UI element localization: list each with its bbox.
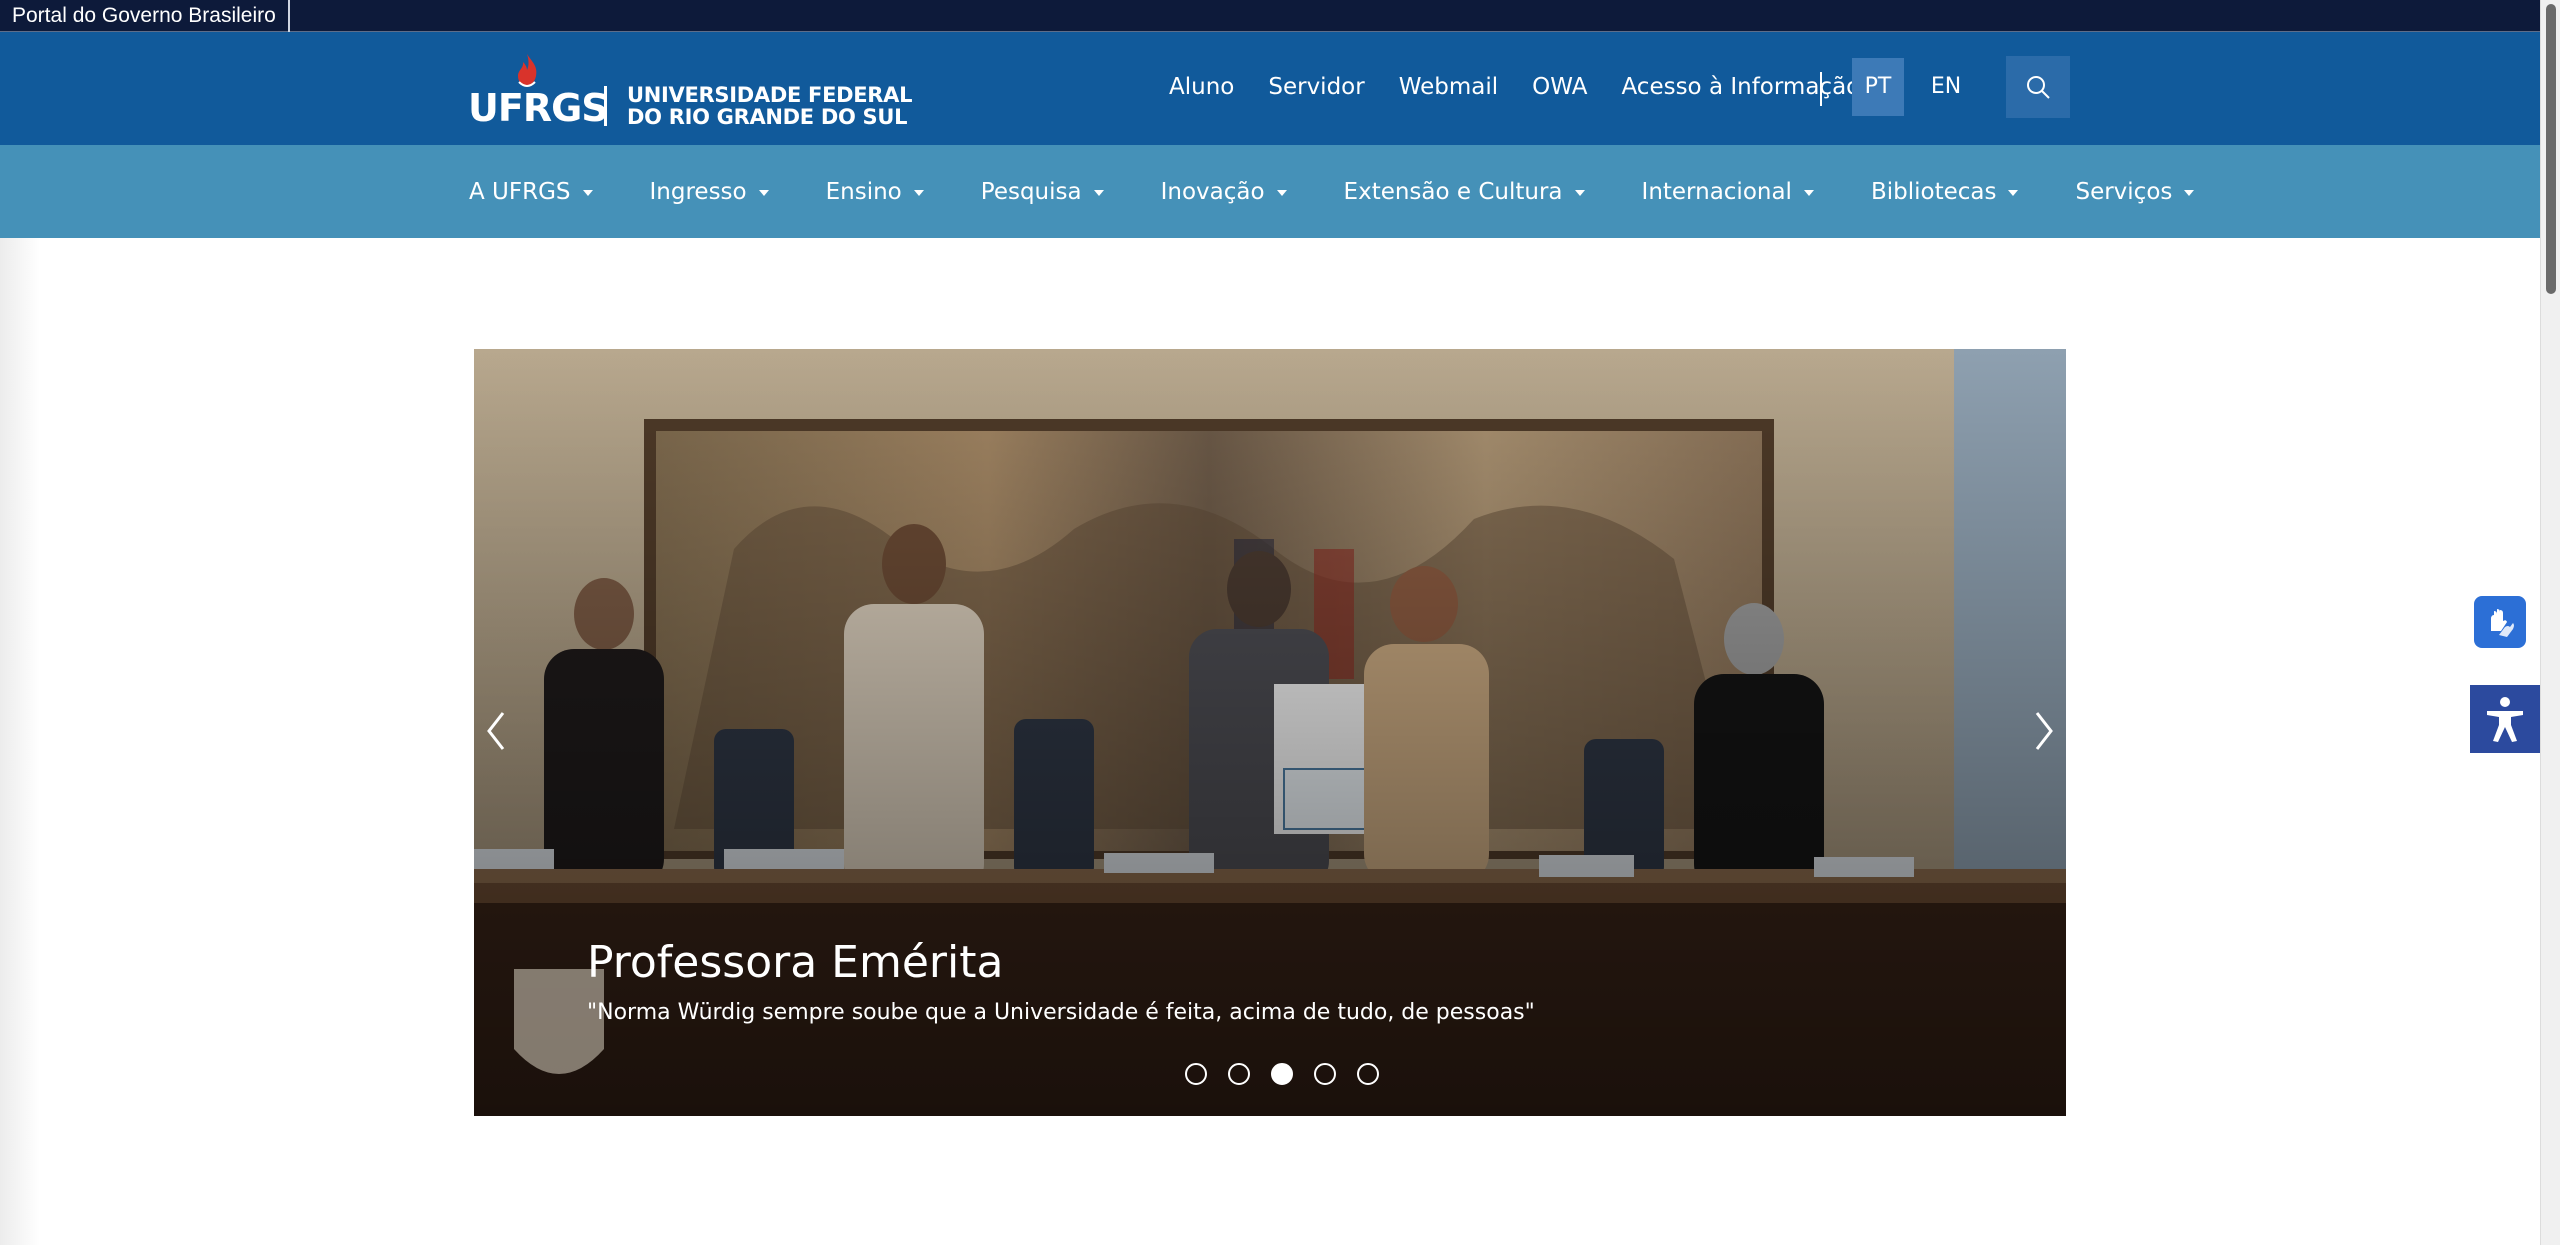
site-header: UFRGS UNIVERSIDADE FEDERAL DO RIO GRANDE… <box>0 32 2540 145</box>
top-link-owa[interactable]: OWA <box>1532 74 1587 100</box>
top-links: Aluno Servidor Webmail OWA Acesso à Info… <box>1169 74 1894 100</box>
nav-item-label: Internacional <box>1641 178 1792 205</box>
carousel-next-button[interactable] <box>2024 699 2064 763</box>
nav-item-a-ufrgs[interactable]: A UFRGS <box>469 179 593 205</box>
caret-down-icon <box>2184 189 2195 196</box>
nav-item-label: A UFRGS <box>469 178 571 205</box>
carousel-dot-1[interactable] <box>1184 1063 1207 1085</box>
caret-down-icon <box>1093 189 1104 196</box>
caret-down-icon <box>2008 189 2019 196</box>
header-divider <box>1820 72 1822 106</box>
nav-item-label: Ingresso <box>649 178 747 205</box>
page-edge-shadow <box>0 238 40 1245</box>
nav-item-label: Bibliotecas <box>1870 178 1997 205</box>
news-carousel[interactable]: Professora Emérita "Norma Würdig sempre … <box>474 349 2066 1116</box>
caret-down-icon <box>758 189 769 196</box>
accessibility-icon <box>2487 697 2523 742</box>
nav-item-extensao-cultura[interactable]: Extensão e Cultura <box>1344 179 1585 205</box>
carousel-prev-button[interactable] <box>476 699 516 763</box>
carousel-dot-2[interactable] <box>1227 1063 1250 1085</box>
slide-title[interactable]: Professora Emérita <box>587 937 1003 988</box>
caret-down-icon <box>1803 189 1814 196</box>
nav-item-label: Pesquisa <box>980 178 1082 205</box>
gov-bar: Portal do Governo Brasileiro <box>0 0 2540 32</box>
nav-item-label: Ensino <box>825 178 902 205</box>
nav-item-servicos[interactable]: Serviços <box>2075 178 2195 205</box>
chevron-left-icon <box>487 712 505 750</box>
nav-item-ensino[interactable]: Ensino <box>826 179 924 205</box>
caret-down-icon <box>1574 189 1585 196</box>
slide-subtitle: "Norma Würdig sempre soube que a Univers… <box>587 1000 1535 1025</box>
nav-item-pesquisa[interactable]: Pesquisa <box>981 179 1104 205</box>
gov-portal-link[interactable]: Portal do Governo Brasileiro <box>0 0 290 32</box>
nav-item-inovacao[interactable]: Inovação <box>1161 179 1287 205</box>
top-link-servidor[interactable]: Servidor <box>1268 74 1364 100</box>
flame-icon <box>518 54 537 87</box>
logo-mark: UFRGS <box>468 50 609 132</box>
caret-down-icon <box>1276 189 1287 196</box>
main-nav: A UFRGS Ingresso Ensino Pesquisa Inovaçã… <box>0 145 2540 238</box>
caret-down-icon <box>913 189 924 196</box>
top-link-acesso-informacao[interactable]: Acesso à Informação <box>1621 74 1860 100</box>
nav-item-bibliotecas[interactable]: Bibliotecas <box>1871 179 2019 205</box>
logo-line-2: DO RIO GRANDE DO SUL <box>627 105 908 129</box>
nav-item-label: Extensão e Cultura <box>1343 178 1563 205</box>
carousel-dot-5[interactable] <box>1356 1063 1379 1085</box>
search-icon <box>2027 76 2050 99</box>
language-pt-button[interactable]: PT <box>1852 58 1904 116</box>
sign-language-icon <box>2491 609 2514 637</box>
top-link-aluno[interactable]: Aluno <box>1169 74 1234 100</box>
nav-item-label: Serviços <box>2075 178 2173 205</box>
logo-line-1: UNIVERSIDADE FEDERAL <box>627 83 913 107</box>
carousel-indicators <box>1174 1063 1389 1085</box>
vlibras-button[interactable] <box>2474 596 2526 648</box>
nav-item-internacional[interactable]: Internacional <box>1642 179 1814 205</box>
logo-short: UFRGS <box>468 86 609 130</box>
carousel-dot-4[interactable] <box>1313 1063 1336 1085</box>
language-en-button[interactable]: EN <box>1920 58 1972 116</box>
logo-full-name: UNIVERSIDADE FEDERAL DO RIO GRANDE DO SU… <box>627 83 913 129</box>
accessibility-button[interactable] <box>2470 685 2540 753</box>
chevron-right-icon <box>2035 712 2053 750</box>
ufrgs-logo[interactable]: UFRGS UNIVERSIDADE FEDERAL DO RIO GRANDE… <box>468 50 913 132</box>
nav-item-label: Inovação <box>1160 178 1265 205</box>
caret-down-icon <box>582 189 593 196</box>
scrollbar-thumb[interactable] <box>2546 4 2556 294</box>
search-button[interactable] <box>2006 56 2070 118</box>
page-scrollbar[interactable] <box>2540 0 2560 1245</box>
top-link-webmail[interactable]: Webmail <box>1399 74 1498 100</box>
nav-items: A UFRGS Ingresso Ensino Pesquisa Inovaçã… <box>469 145 2195 238</box>
carousel-dot-3[interactable] <box>1270 1063 1293 1085</box>
nav-item-ingresso[interactable]: Ingresso <box>650 179 769 205</box>
